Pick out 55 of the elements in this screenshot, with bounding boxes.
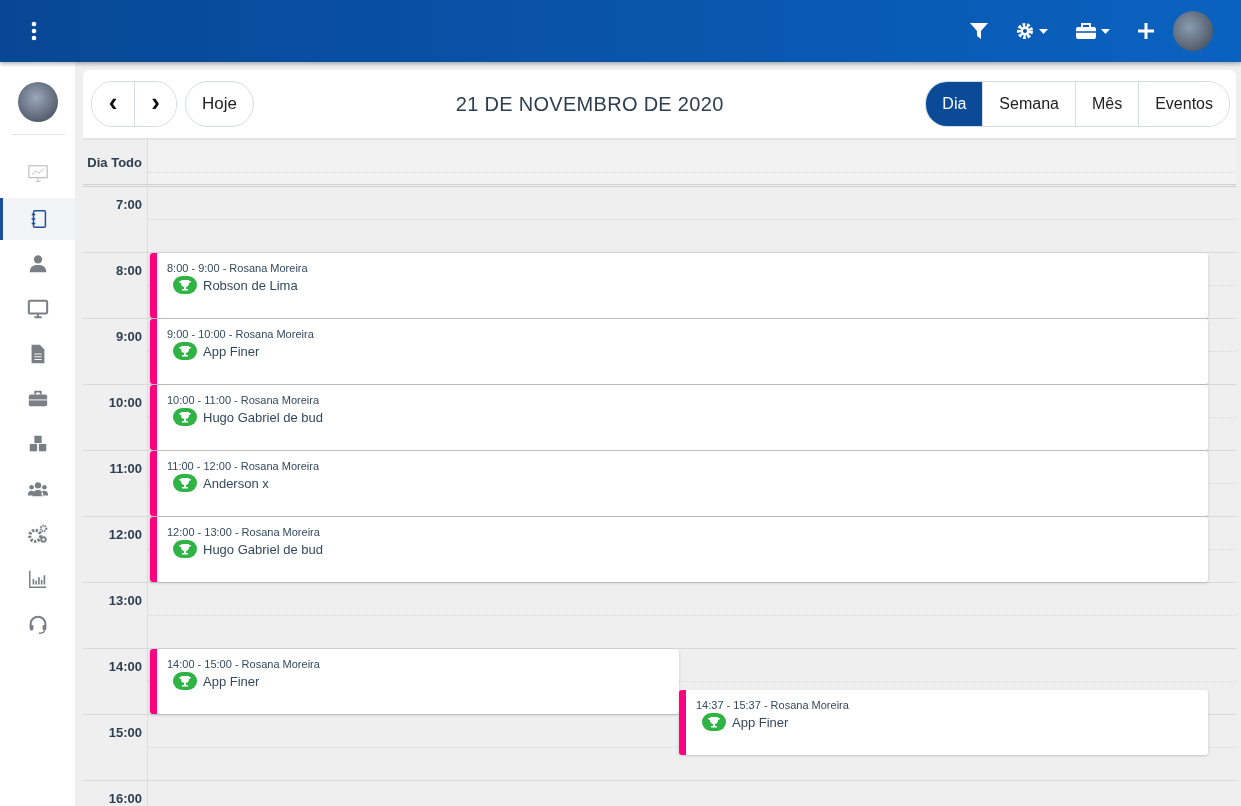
event-card[interactable]: 14:00 - 15:00 - Rosana Moreira App Finer bbox=[150, 649, 679, 714]
avatar bbox=[17, 82, 58, 122]
event-card[interactable]: 10:00 - 11:00 - Rosana Moreira Hugo Gabriel de bud bbox=[150, 385, 1208, 450]
event-title: Hugo Gabriel de bud bbox=[203, 409, 323, 425]
view-tab[interactable]: Dia bbox=[926, 82, 983, 126]
trophy-icon bbox=[173, 276, 197, 294]
event-title: App Finer bbox=[732, 714, 789, 730]
hour-label: 11:00 bbox=[109, 461, 142, 478]
event-title: App Finer bbox=[203, 343, 260, 359]
add-icon[interactable] bbox=[1137, 22, 1155, 40]
hour-label: 15:00 bbox=[108, 725, 142, 742]
trophy-icon bbox=[173, 408, 197, 426]
event-time: 10:00 - 11:00 - Rosana Moreira bbox=[167, 394, 321, 406]
gears-icon bbox=[26, 523, 49, 545]
event-time: 8:00 - 9:00 - Rosana Moreira bbox=[167, 262, 309, 274]
event-time: 9:00 - 10:00 - Rosana Moreira bbox=[167, 328, 315, 340]
hour-label: 7:00 bbox=[115, 197, 142, 214]
monitor-chart-icon bbox=[26, 163, 49, 185]
date-title: 21 DE NOVEMBRO DE 2020 bbox=[454, 92, 725, 116]
today-button[interactable]: Hoje bbox=[185, 81, 254, 127]
event-time: 14:00 - 15:00 - Rosana Moreira bbox=[167, 658, 321, 670]
event-time: 14:37 - 15:37 - Rosana Moreira bbox=[696, 699, 850, 711]
event-time: 12:00 - 13:00 - Rosana Moreira bbox=[167, 526, 321, 538]
trophy-icon bbox=[173, 342, 197, 360]
sidebar-item[interactable] bbox=[0, 198, 75, 240]
toolbox-icon[interactable] bbox=[1075, 21, 1111, 41]
event-title: App Finer bbox=[203, 673, 260, 689]
trophy-icon bbox=[702, 713, 726, 731]
event-title: Hugo Gabriel de bud bbox=[203, 541, 323, 557]
settings-icon[interactable] bbox=[1015, 21, 1049, 41]
event-time: 11:00 - 12:00 - Rosana Moreira bbox=[167, 460, 321, 472]
hour-label: 16:00 bbox=[108, 791, 142, 806]
trophy-icon bbox=[173, 540, 197, 558]
menu-icon[interactable] bbox=[30, 21, 38, 41]
hour-label: 13:00 bbox=[108, 593, 142, 610]
monitor-icon bbox=[26, 298, 49, 320]
event-card[interactable]: 8:00 - 9:00 - Rosana Moreira Robson de Lima bbox=[150, 253, 1208, 318]
event-card[interactable]: 9:00 - 10:00 - Rosana Moreira App Finer bbox=[150, 319, 1208, 384]
hour-label: 9:00 bbox=[115, 329, 142, 346]
event-card[interactable]: 12:00 - 13:00 - Rosana Moreira Hugo Gabriel de bud bbox=[150, 517, 1208, 582]
trophy-icon bbox=[173, 672, 197, 690]
hour-label: 14:00 bbox=[108, 659, 142, 676]
view-tab[interactable]: Eventos bbox=[1138, 82, 1229, 126]
event-card[interactable]: 11:00 - 12:00 - Rosana Moreira Anderson x bbox=[150, 451, 1208, 516]
hour-label: 12:00 bbox=[108, 527, 142, 544]
trophy-icon bbox=[173, 474, 197, 492]
event-title: Anderson x bbox=[203, 475, 269, 491]
filter-icon[interactable] bbox=[969, 21, 989, 41]
bar-chart-icon bbox=[26, 568, 49, 590]
event-card[interactable]: 14:37 - 15:37 - Rosana Moreira App Finer bbox=[679, 690, 1208, 755]
avatar[interactable] bbox=[1173, 11, 1213, 51]
hour-label: 8:00 bbox=[115, 263, 142, 280]
event-title: Robson de Lima bbox=[203, 277, 298, 293]
hour-label: 10:00 bbox=[108, 395, 142, 412]
next-button[interactable]: › bbox=[134, 82, 176, 126]
